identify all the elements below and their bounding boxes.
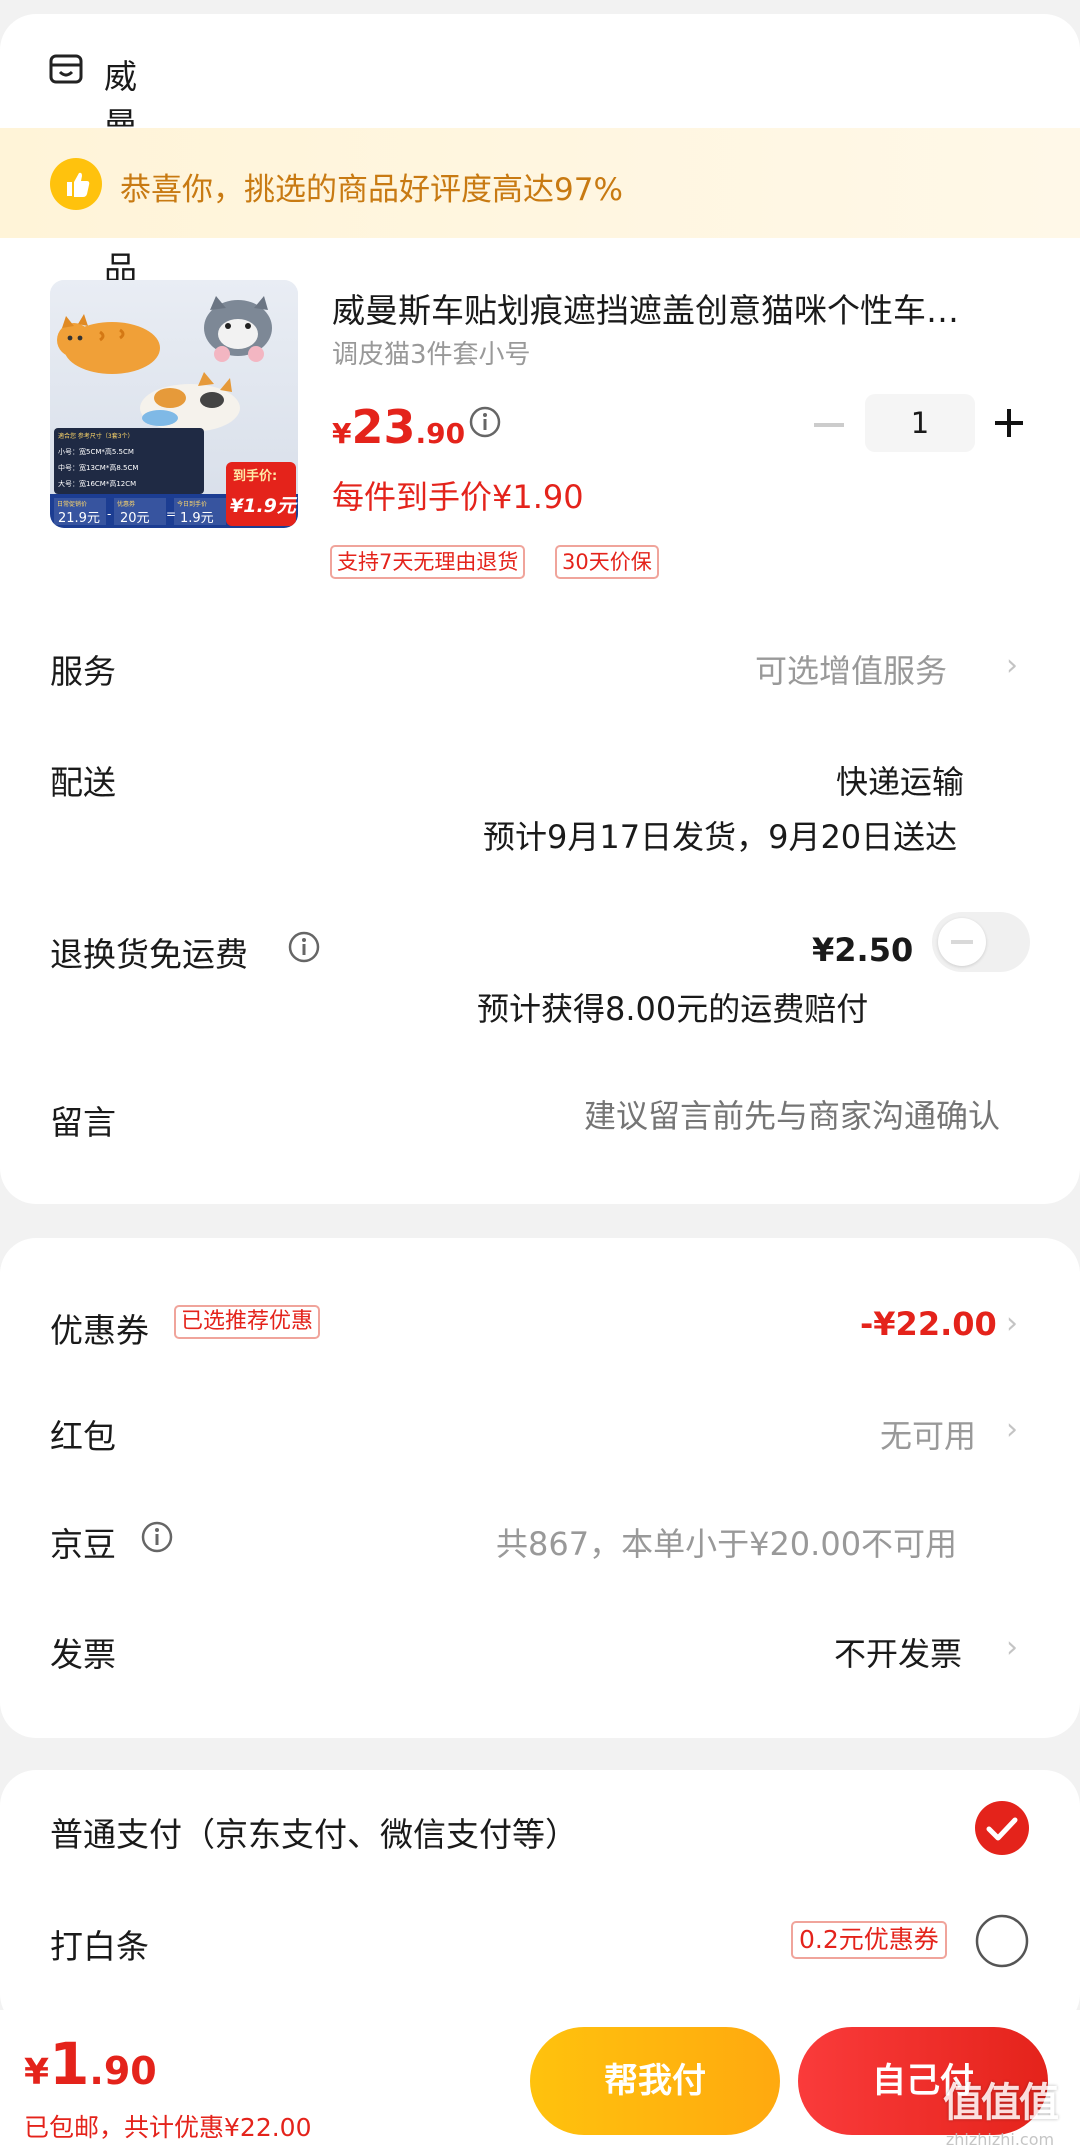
thumb-calc-op-2: = bbox=[166, 507, 176, 521]
price-currency: ¥ bbox=[332, 417, 352, 450]
shipping-discount-note: 已包邮，共计优惠¥22.00 bbox=[24, 2108, 312, 2144]
discount-total: ¥22.00 bbox=[224, 2113, 312, 2142]
jingdou-label: 京豆 bbox=[50, 1525, 116, 1564]
thumb-badge-label: 到手价: bbox=[233, 468, 277, 484]
message-input[interactable] bbox=[470, 1088, 1000, 1144]
shop-icon bbox=[48, 52, 84, 92]
total-price: ¥1.90 bbox=[24, 2030, 157, 2098]
thumb-calc-op-1: - bbox=[107, 507, 111, 521]
product-price: ¥23.90 bbox=[332, 400, 465, 454]
thumb-calc-label-1: 日常促销价 bbox=[57, 500, 87, 508]
return-fee-label: 退换货免运费 bbox=[50, 935, 248, 974]
chevron-right-icon: › bbox=[1006, 1412, 1018, 1447]
price-info-icon[interactable] bbox=[468, 405, 502, 443]
product-spec: 调皮猫3件套小号 bbox=[332, 340, 531, 370]
thumb-size-title: 適合您 参考尺寸（3套3个） bbox=[58, 432, 134, 440]
checkmark-selected-icon[interactable] bbox=[974, 1800, 1030, 1860]
thumbs-up-icon bbox=[50, 158, 102, 214]
service-label: 服务 bbox=[50, 652, 116, 691]
unit-price-label: 每件到手价¥1.90 bbox=[332, 478, 584, 516]
price-integer: 23 bbox=[351, 400, 416, 454]
total-integer: 1 bbox=[49, 2030, 90, 2098]
product-thumbnail[interactable]: 適合您 参考尺寸（3套3个） 小号：宽5CM*高5.5CM 中号：宽13CM*高… bbox=[50, 280, 298, 528]
pay-baitiao-label: 打白条 bbox=[50, 1927, 149, 1966]
invoice-label: 发票 bbox=[50, 1635, 116, 1674]
thumb-calc-label-3: 今日到手价 bbox=[177, 500, 207, 508]
thumb-calc-value-1: 21.9元 bbox=[58, 511, 100, 526]
return-fee-note: 预计获得8.00元的运费赔付 bbox=[477, 990, 869, 1028]
total-currency: ¥ bbox=[24, 2052, 50, 2093]
watermark: 值值值 zhizhizhi.com bbox=[930, 2070, 1070, 2148]
thumb-calc-value-2: 20元 bbox=[120, 511, 150, 526]
jingdou-value: 共867，本单小于¥20.00不可用 bbox=[496, 1525, 958, 1563]
price-decimal: .90 bbox=[415, 417, 466, 450]
thumb-size-medium: 中号：宽13CM*高8.5CM bbox=[58, 463, 138, 472]
product-image: 適合您 参考尺寸（3套3个） 小号：宽5CM*高5.5CM 中号：宽13CM*高… bbox=[50, 280, 298, 528]
coupon-badge: 已选推荐优惠 bbox=[174, 1305, 321, 1339]
delivery-eta: 预计9月17日发货，9月20日送达 bbox=[483, 818, 958, 856]
coupon-label: 优惠券 bbox=[50, 1311, 149, 1350]
service-value: 可选增值服务 bbox=[755, 652, 948, 690]
thumb-badge-price: ¥1.9元 bbox=[230, 495, 298, 517]
watermark-site: zhizhizhi.com bbox=[945, 2130, 1055, 2148]
return-fee-info-icon[interactable] bbox=[287, 930, 321, 968]
thumb-size-large: 大号：宽16CM*高12CM bbox=[58, 479, 136, 488]
tag-price-protect: 30天价保 bbox=[555, 545, 659, 579]
pay-normal-label: 普通支付（京东支付、微信支付等） bbox=[50, 1815, 578, 1854]
coupon-value: -¥22.00 bbox=[860, 1305, 997, 1343]
red-packet-label: 红包 bbox=[50, 1417, 116, 1456]
shipping-note: 已包邮，共计优惠 bbox=[24, 2113, 225, 2142]
chevron-right-icon: › bbox=[1006, 648, 1018, 683]
quantity-decrease-button[interactable] bbox=[814, 423, 844, 427]
total-decimal: .90 bbox=[89, 2049, 157, 2093]
thumb-calc-label-2: 优惠券 bbox=[117, 500, 135, 508]
return-fee-toggle[interactable] bbox=[932, 912, 1030, 972]
thumb-calc-value-3: 1.9元 bbox=[180, 511, 214, 526]
watermark-logo: 值值值 bbox=[943, 2080, 1059, 2126]
red-packet-value: 无可用 bbox=[880, 1417, 977, 1455]
quantity-input[interactable]: 1 bbox=[865, 394, 975, 452]
delivery-label: 配送 bbox=[50, 763, 116, 802]
invoice-value: 不开发票 bbox=[834, 1635, 963, 1673]
baitiao-coupon-badge: 0.2元优惠券 bbox=[791, 1921, 947, 1959]
help-pay-button[interactable]: 帮我付 bbox=[530, 2027, 780, 2135]
jingdou-info-icon[interactable] bbox=[140, 1520, 174, 1558]
rating-banner-text: 恭喜你，挑选的商品好评度高达97% bbox=[120, 172, 623, 208]
message-label: 留言 bbox=[50, 1103, 116, 1142]
quantity-increase-button[interactable] bbox=[994, 408, 1024, 438]
thumb-size-small: 小号：宽5CM*高5.5CM bbox=[58, 447, 134, 456]
delivery-method[interactable]: 快递运输 bbox=[836, 757, 964, 803]
tag-7day-return: 支持7天无理由退货 bbox=[330, 545, 526, 579]
product-title[interactable]: 威曼斯车贴划痕遮挡遮盖创意猫咪个性车… bbox=[332, 284, 959, 332]
chevron-right-icon: › bbox=[1006, 1306, 1018, 1341]
chevron-right-icon: › bbox=[1006, 1630, 1018, 1665]
toggle-off-icon bbox=[951, 940, 973, 944]
return-fee-price: ¥2.50 bbox=[812, 931, 914, 969]
radio-unselected-icon[interactable] bbox=[974, 1913, 1030, 1973]
